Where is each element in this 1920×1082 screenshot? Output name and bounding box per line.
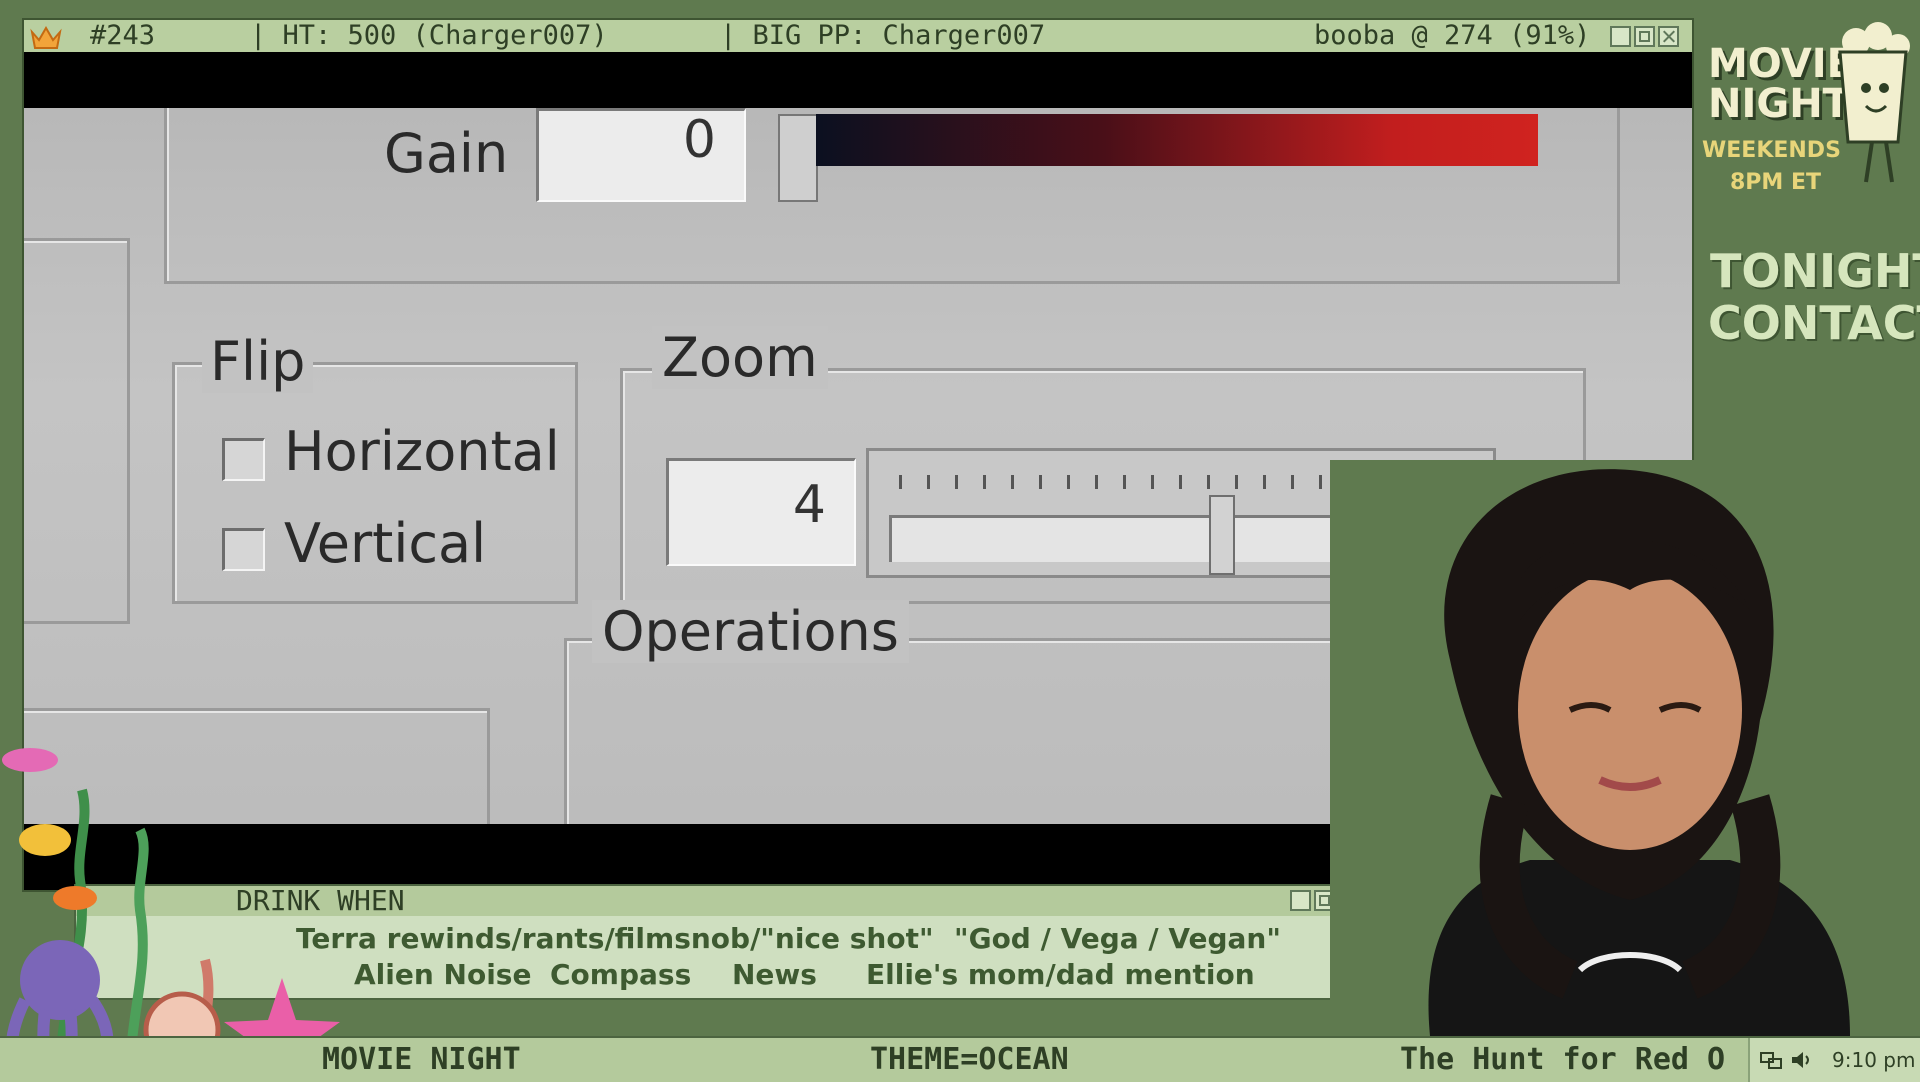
close-icon[interactable]: [1658, 26, 1679, 47]
drink-rule-god: "God / Vega / Vegan": [954, 922, 1281, 955]
popcorn-mascot-icon: [1838, 22, 1910, 183]
ticker-text: The Hunt for Red O: [1400, 1042, 1726, 1077]
drink-rule-news: News: [732, 958, 817, 991]
network-icon[interactable]: [1760, 1050, 1782, 1070]
streamer-image: [1330, 460, 1920, 1036]
volume-icon[interactable]: [1790, 1050, 1812, 1070]
clock[interactable]: 9:10 pm: [1832, 1038, 1915, 1082]
titlebar: #243 | HT: 500 (Charger007) | BIG PP: Ch…: [24, 20, 1692, 52]
drink-rule-alien: Alien Noise: [354, 958, 532, 991]
gain-label: Gain: [384, 122, 509, 185]
big-pp: | BIG PP: Charger007: [720, 20, 1046, 51]
gain-slider-thumb[interactable]: [778, 114, 818, 202]
flip-label: Flip: [202, 330, 314, 393]
minimize-icon[interactable]: [1610, 26, 1631, 47]
drink-rule-rewinds: Terra rewinds/rants/filmsnob/"nice shot": [296, 922, 934, 955]
taskbar: MOVIE NIGHT THEME=OCEAN The Hunt for Red…: [0, 1036, 1920, 1082]
webcam-feed: [1330, 460, 1920, 1036]
vertical-checkbox[interactable]: [222, 528, 265, 571]
left-panel: [24, 238, 130, 624]
vertical-label: Vertical: [284, 512, 487, 575]
high-tip: | HT: 500 (Charger007): [250, 20, 608, 51]
system-tray: 9:10 pm: [1748, 1038, 1920, 1082]
horizontal-checkbox[interactable]: [222, 438, 265, 481]
taskbar-theme: THEME=OCEAN: [870, 1042, 1069, 1077]
ocean-decoration: [2, 748, 340, 1080]
episode-number: #243: [90, 20, 156, 51]
zoom-value-field[interactable]: 4: [666, 458, 856, 566]
crown-icon: [30, 26, 62, 49]
promo-weekends: WEEKENDS: [1702, 138, 1841, 163]
gain-value-field[interactable]: 0: [536, 108, 746, 202]
fish-icon: [2, 748, 58, 772]
octopus-icon: [20, 940, 100, 1020]
window-controls: [1610, 26, 1679, 47]
operations-label: Operations: [592, 600, 909, 663]
zoom-label: Zoom: [652, 326, 828, 389]
maximize-icon[interactable]: [1634, 26, 1655, 47]
horizontal-label: Horizontal: [284, 420, 560, 483]
drink-rule-compass: Compass: [550, 958, 692, 991]
taskbar-movie-night[interactable]: MOVIE NIGHT: [322, 1038, 521, 1082]
minimize-icon[interactable]: [1290, 890, 1311, 911]
promo-time: 8PM ET: [1730, 170, 1822, 195]
gain-slider-track[interactable]: [816, 114, 1538, 166]
emote-counter: booba @ 274 (91%): [1314, 20, 1591, 51]
zoom-slider-thumb[interactable]: [1209, 495, 1235, 575]
promo-tonight: TONIGHT:: [1710, 244, 1920, 298]
drink-rule-ellie: Ellie's mom/dad mention: [866, 958, 1255, 991]
promo-film: CONTACT: [1708, 296, 1920, 350]
